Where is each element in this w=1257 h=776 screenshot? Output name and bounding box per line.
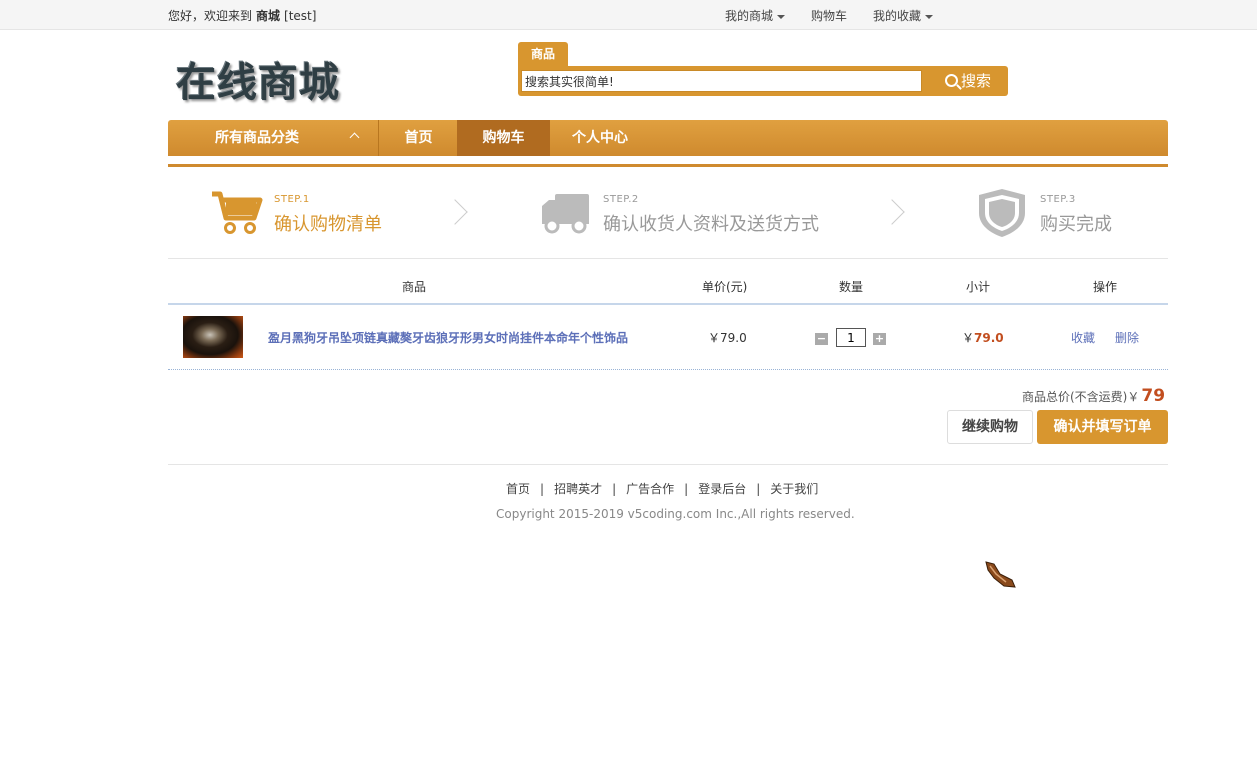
username: [test] (284, 9, 317, 23)
nav-item-profile[interactable]: 个人中心 (550, 120, 650, 156)
top-bar: 您好，欢迎来到 商城 [test] 我的商城 购物车 我的收藏 (0, 0, 1257, 30)
search-tab-products[interactable]: 商品 (518, 42, 568, 67)
order-total: 商品总价(不含运费)￥ 79 (1022, 386, 1165, 406)
step-2-number: STEP.2 (603, 194, 639, 205)
quantity-increase-button[interactable]: + (873, 333, 886, 345)
chevron-right-icon (442, 199, 468, 225)
header-subtotal: 小计 (966, 280, 991, 294)
categories-label: 所有商品分类 (215, 130, 299, 146)
top-links: 我的商城 购物车 我的收藏 (725, 7, 959, 24)
nav-item-home[interactable]: 首页 (380, 120, 457, 156)
delete-link[interactable]: 删除 (1115, 329, 1139, 346)
cart-icon (210, 190, 264, 237)
mouse-cursor-icon (982, 560, 1018, 593)
table-header-divider (168, 303, 1168, 305)
store-name-link[interactable]: 商城 (256, 9, 280, 23)
footer-separator: | (684, 482, 689, 496)
header-unit-price: 单价(元) (702, 280, 748, 294)
table-row-divider (168, 369, 1168, 370)
product-thumbnail[interactable] (183, 316, 243, 358)
search-icon (944, 74, 958, 87)
chevron-up-icon (349, 132, 360, 143)
product-name-link[interactable]: 盈月黑狗牙吊坠项链真藏獒牙齿狼牙形男女时尚挂件本命年个性饰品 (268, 329, 628, 346)
subtotal-value: 79.0 (974, 331, 1004, 345)
shield-icon (977, 187, 1027, 242)
currency-symbol: ￥ (962, 331, 975, 345)
footer-separator: | (612, 482, 617, 496)
step-2-label: 确认收货人资料及送货方式 (603, 214, 819, 235)
favorite-link[interactable]: 收藏 (1071, 329, 1095, 346)
header-product: 商品 (402, 280, 427, 294)
step-1-number: STEP.1 (274, 194, 310, 205)
chevron-down-icon (777, 14, 786, 19)
footer-link-home[interactable]: 首页 (506, 482, 530, 496)
footer-link-careers[interactable]: 招聘英才 (554, 482, 602, 496)
continue-shopping-button[interactable]: 继续购物 (947, 410, 1033, 444)
site-logo[interactable]: 在线商城 (176, 50, 340, 108)
welcome-text: 您好，欢迎来到 商城 [test] (168, 7, 316, 24)
step-3-number: STEP.3 (1040, 194, 1076, 205)
step-1-label: 确认购物清单 (274, 214, 382, 235)
all-categories-menu[interactable]: 所有商品分类 (168, 120, 379, 156)
cart-link[interactable]: 购物车 (811, 7, 847, 24)
footer-separator: | (756, 482, 761, 496)
copyright-text: Copyright 2015-2019 v5coding.com Inc.,Al… (496, 507, 855, 521)
greeting-prefix: 您好，欢迎来到 (168, 9, 253, 23)
search-bar: 搜索 (518, 66, 1008, 96)
chevron-down-icon (925, 14, 934, 19)
truck-icon (541, 192, 591, 237)
favorites-label: 我的收藏 (873, 9, 922, 23)
nav-divider (168, 164, 1168, 167)
chevron-right-icon (879, 199, 905, 225)
step-3-label: 购买完成 (1040, 214, 1112, 235)
footer-divider (168, 464, 1168, 465)
header-actions: 操作 (1093, 280, 1118, 294)
steps-divider (168, 258, 1168, 259)
my-store-label: 我的商城 (725, 9, 774, 23)
total-value: 79 (1141, 386, 1166, 406)
confirm-order-button[interactable]: 确认并填写订单 (1037, 410, 1168, 444)
footer-links: 首页 | 招聘英才 | 广告合作 | 登录后台 | 关于我们 (506, 480, 818, 497)
search-button[interactable]: 搜索 (928, 66, 1008, 96)
footer-link-admin[interactable]: 登录后台 (698, 482, 746, 496)
total-label: 商品总价(不含运费)￥ (1022, 390, 1140, 404)
unit-price: ￥79.0 (708, 331, 747, 345)
header-quantity: 数量 (839, 280, 864, 294)
footer-link-ads[interactable]: 广告合作 (626, 482, 674, 496)
search-button-label: 搜索 (960, 72, 991, 90)
favorites-menu[interactable]: 我的收藏 (873, 7, 934, 24)
my-store-menu[interactable]: 我的商城 (725, 7, 786, 24)
main-nav: 所有商品分类 首页 购物车 个人中心 (168, 120, 1168, 156)
quantity-input[interactable] (836, 328, 866, 347)
row-subtotal: ￥79.0 (962, 329, 1004, 346)
quantity-decrease-button[interactable]: − (815, 333, 828, 345)
footer-link-about[interactable]: 关于我们 (770, 482, 818, 496)
nav-item-cart[interactable]: 购物车 (457, 120, 550, 156)
search-input[interactable] (521, 70, 922, 92)
footer-separator: | (540, 482, 545, 496)
